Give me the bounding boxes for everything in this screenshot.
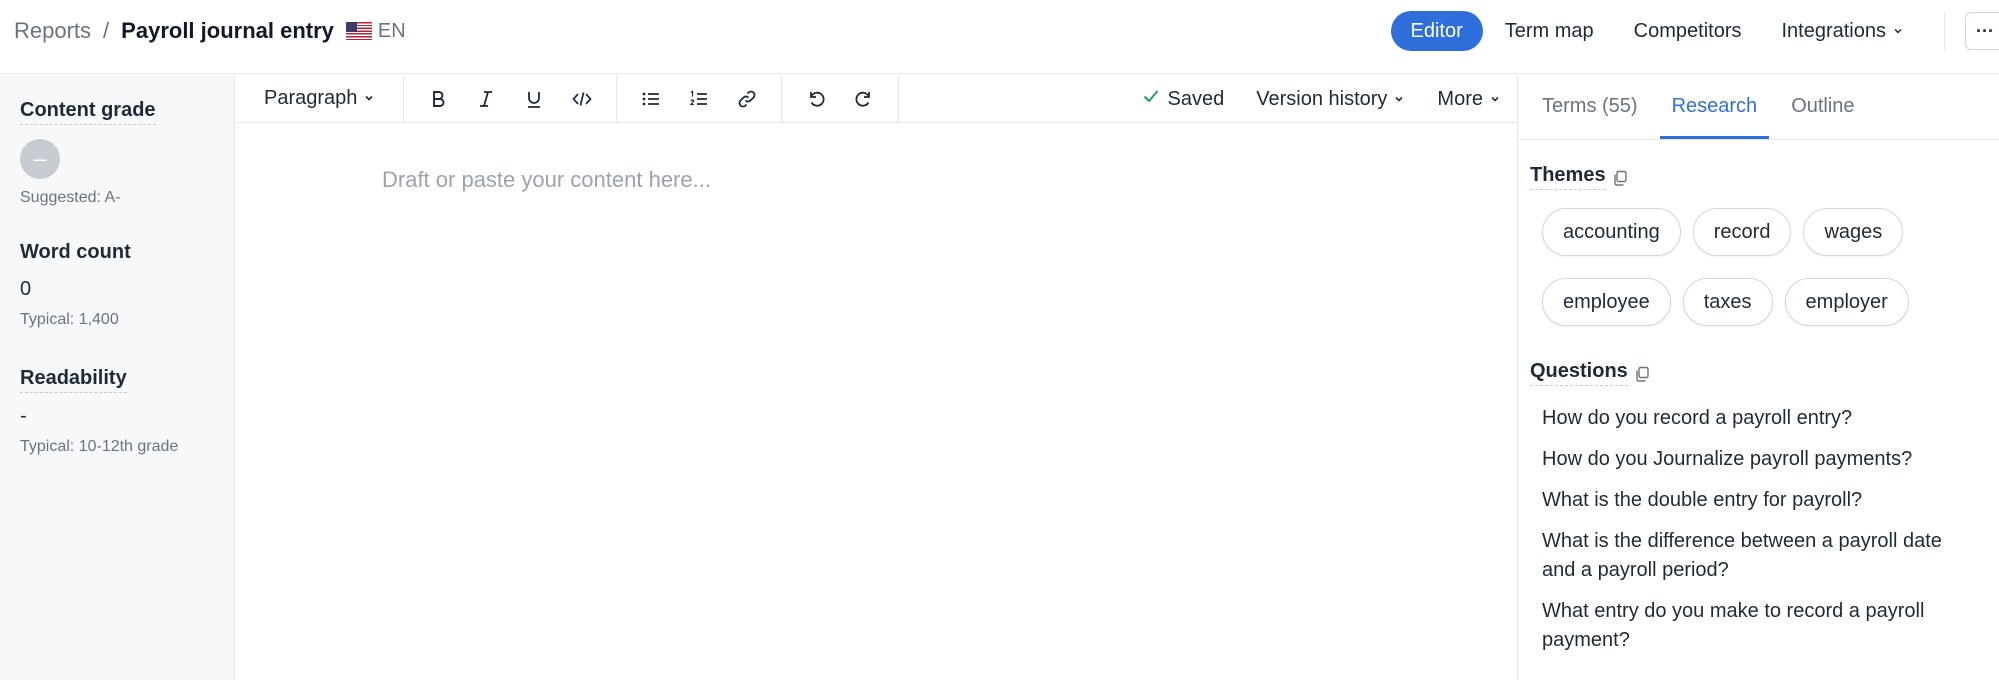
nav-term-map-label: Term map xyxy=(1504,19,1594,42)
paragraph-style-dropdown[interactable]: Paragraph xyxy=(236,74,405,123)
question-item[interactable]: What is the difference between a payroll… xyxy=(1542,527,1962,585)
link-icon[interactable] xyxy=(723,75,771,123)
page-title: Payroll journal entry xyxy=(121,18,334,43)
nav-competitors-label: Competitors xyxy=(1633,19,1742,42)
themes-list: accounting record wages employee taxes e… xyxy=(1542,208,1972,348)
more-options-icon: ··· xyxy=(1976,20,1994,41)
word-count-typical: Typical: 1,400 xyxy=(20,311,119,328)
more-options-button[interactable]: ··· xyxy=(1965,12,1999,50)
chevron-down-icon xyxy=(1489,88,1501,111)
bold-icon[interactable] xyxy=(414,75,462,123)
questions-header: Questions xyxy=(1530,360,1999,386)
language-label[interactable]: EN xyxy=(378,20,406,43)
nav-editor-label: Editor xyxy=(1410,19,1463,42)
nav-divider xyxy=(1944,12,1945,50)
research-panel: Terms (55) Research Outline Themes accou… xyxy=(1517,75,1999,680)
breadcrumb-reports-link[interactable]: Reports xyxy=(14,18,91,44)
breadcrumb-separator: / xyxy=(103,18,110,43)
nav-integrations-button[interactable]: Integrations xyxy=(1761,11,1924,51)
content-grade-suggested: Suggested: A- xyxy=(20,189,121,206)
history-tools-group xyxy=(782,74,900,123)
copy-icon[interactable] xyxy=(1612,169,1628,186)
top-nav: Editor Term map Competitors Integrations… xyxy=(1390,0,1999,62)
questions-list: How do you record a payroll entry? How d… xyxy=(1542,404,1962,655)
more-dropdown[interactable]: More xyxy=(1437,88,1501,111)
version-history-dropdown[interactable]: Version history xyxy=(1256,88,1405,111)
undo-icon[interactable] xyxy=(792,75,840,123)
version-history-label: Version history xyxy=(1256,87,1388,110)
readability-typical: Typical: 10-12th grade xyxy=(20,438,179,455)
editor-toolbar: Paragraph Saved Version history More xyxy=(236,74,1517,123)
metrics-sidebar: Content grade – Suggested: A- Word count… xyxy=(0,75,235,680)
saved-status: Saved xyxy=(1142,87,1225,111)
theme-chip[interactable]: accounting xyxy=(1542,208,1681,256)
chevron-down-icon xyxy=(1393,88,1405,111)
word-count-label: Word count xyxy=(20,241,131,263)
nav-competitors-button[interactable]: Competitors xyxy=(1614,11,1762,51)
saved-label: Saved xyxy=(1167,87,1225,110)
tab-terms[interactable]: Terms (55) xyxy=(1542,95,1638,139)
readability-label[interactable]: Readability xyxy=(20,367,127,393)
themes-label[interactable]: Themes xyxy=(1530,164,1606,190)
top-bar: Reports / Payroll journal entry EN Edito… xyxy=(0,0,1999,74)
theme-chip[interactable]: record xyxy=(1692,208,1792,256)
questions-label[interactable]: Questions xyxy=(1530,360,1628,386)
code-icon[interactable] xyxy=(558,75,606,123)
toolbar-right: Saved Version history More xyxy=(1142,75,1501,123)
format-tools-group xyxy=(404,74,618,123)
editor-pane: Paragraph Saved Version history More Dra… xyxy=(236,74,1517,680)
paragraph-style-label: Paragraph xyxy=(264,87,358,109)
chevron-down-icon xyxy=(1892,20,1904,43)
theme-chip[interactable]: taxes xyxy=(1682,278,1773,326)
theme-chip[interactable]: wages xyxy=(1803,208,1904,256)
readability-metric: Readability - Typical: 10-12th grade xyxy=(20,367,214,456)
copy-icon[interactable] xyxy=(1634,365,1650,382)
list-tools-group xyxy=(617,74,783,123)
question-item[interactable]: How do you Journalize payroll payments? xyxy=(1542,445,1962,474)
more-label: More xyxy=(1437,87,1483,110)
theme-chip[interactable]: employee xyxy=(1542,278,1671,326)
breadcrumb: Reports / Payroll journal entry EN xyxy=(14,0,406,62)
question-item[interactable]: How do you record a payroll entry? xyxy=(1542,404,1962,433)
chevron-down-icon xyxy=(363,87,375,110)
word-count-value: 0 xyxy=(20,278,32,300)
bullet-list-icon[interactable] xyxy=(627,75,675,123)
themes-header: Themes xyxy=(1530,164,1999,190)
question-item[interactable]: What is the double entry for payroll? xyxy=(1542,486,1962,515)
question-item[interactable]: What entry do you make to record a payro… xyxy=(1542,597,1962,655)
nav-integrations-label: Integrations xyxy=(1781,19,1886,42)
nav-editor-button[interactable]: Editor xyxy=(1390,11,1483,51)
content-grade-badge: – xyxy=(20,139,60,179)
panel-tabs: Terms (55) Research Outline xyxy=(1518,75,1999,140)
redo-icon[interactable] xyxy=(840,75,888,123)
content-editor[interactable]: Draft or paste your content here... xyxy=(382,167,711,193)
italic-icon[interactable] xyxy=(462,75,510,123)
readability-value: - xyxy=(20,405,27,427)
content-grade-metric: Content grade – Suggested: A- xyxy=(20,99,214,207)
editor-placeholder: Draft or paste your content here... xyxy=(382,167,711,192)
check-icon xyxy=(1142,87,1160,111)
tab-research[interactable]: Research xyxy=(1659,95,1770,139)
nav-term-map-button[interactable]: Term map xyxy=(1485,11,1614,51)
theme-chip[interactable]: employer xyxy=(1784,278,1909,326)
us-flag-icon xyxy=(345,22,372,40)
content-grade-label[interactable]: Content grade xyxy=(20,99,156,125)
numbered-list-icon[interactable] xyxy=(675,75,723,123)
underline-icon[interactable] xyxy=(510,75,558,123)
word-count-metric: Word count 0 Typical: 1,400 xyxy=(20,241,214,329)
tab-outline[interactable]: Outline xyxy=(1791,95,1854,139)
